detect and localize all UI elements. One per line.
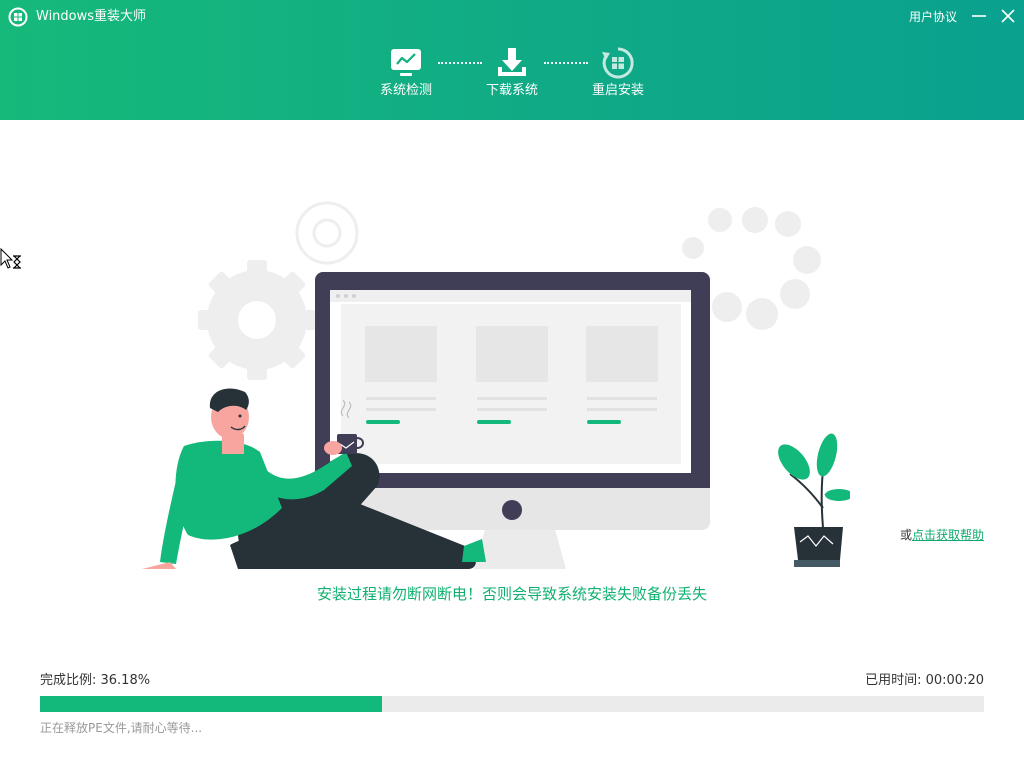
- step-restart-install: 重启安装: [578, 46, 658, 99]
- step-label: 下载系统: [485, 83, 538, 98]
- progress-bar: [40, 696, 984, 712]
- title-bar-header: Windows重装大师 用户协议 系统检测 下载系统 重启安装: [0, 0, 1024, 120]
- step-system-check: 系统检测: [366, 46, 446, 99]
- get-help-link[interactable]: 点击获取帮助: [912, 528, 984, 542]
- status-message: 正在释放PE文件,请耐心等待...: [40, 721, 203, 735]
- step-label: 重启安装: [591, 83, 644, 98]
- busy-cursor-icon: [0, 248, 21, 269]
- user-agreement-link[interactable]: 用户协议: [909, 8, 957, 26]
- warning-message: 安装过程请勿断网断电！否则会导致系统安装失败备份丢失: [316, 585, 707, 603]
- download-icon: [498, 48, 526, 76]
- app-title: Windows重装大师: [36, 9, 147, 24]
- help-prompt: 或点击获取帮助: [900, 527, 984, 543]
- monitor-chart-icon: [391, 49, 421, 76]
- gear-icon: [198, 260, 316, 380]
- step-label: 系统检测: [379, 83, 432, 98]
- progress-percent-label: 完成比例: 36.18%: [40, 673, 151, 688]
- minimize-icon[interactable]: [967, 4, 991, 28]
- potted-plant: [778, 433, 850, 567]
- app-logo-icon: [8, 7, 28, 27]
- windows-restart-icon: [602, 47, 634, 79]
- elapsed-time-label: 已用时间: 00:00:20: [865, 673, 984, 688]
- help-prefix: 或: [900, 528, 913, 542]
- progress-bar-fill: [40, 696, 382, 712]
- gear-outline-icon: [295, 201, 359, 265]
- close-icon[interactable]: [996, 4, 1020, 28]
- step-download-system: 下载系统: [472, 46, 552, 99]
- install-illustration: [142, 201, 850, 569]
